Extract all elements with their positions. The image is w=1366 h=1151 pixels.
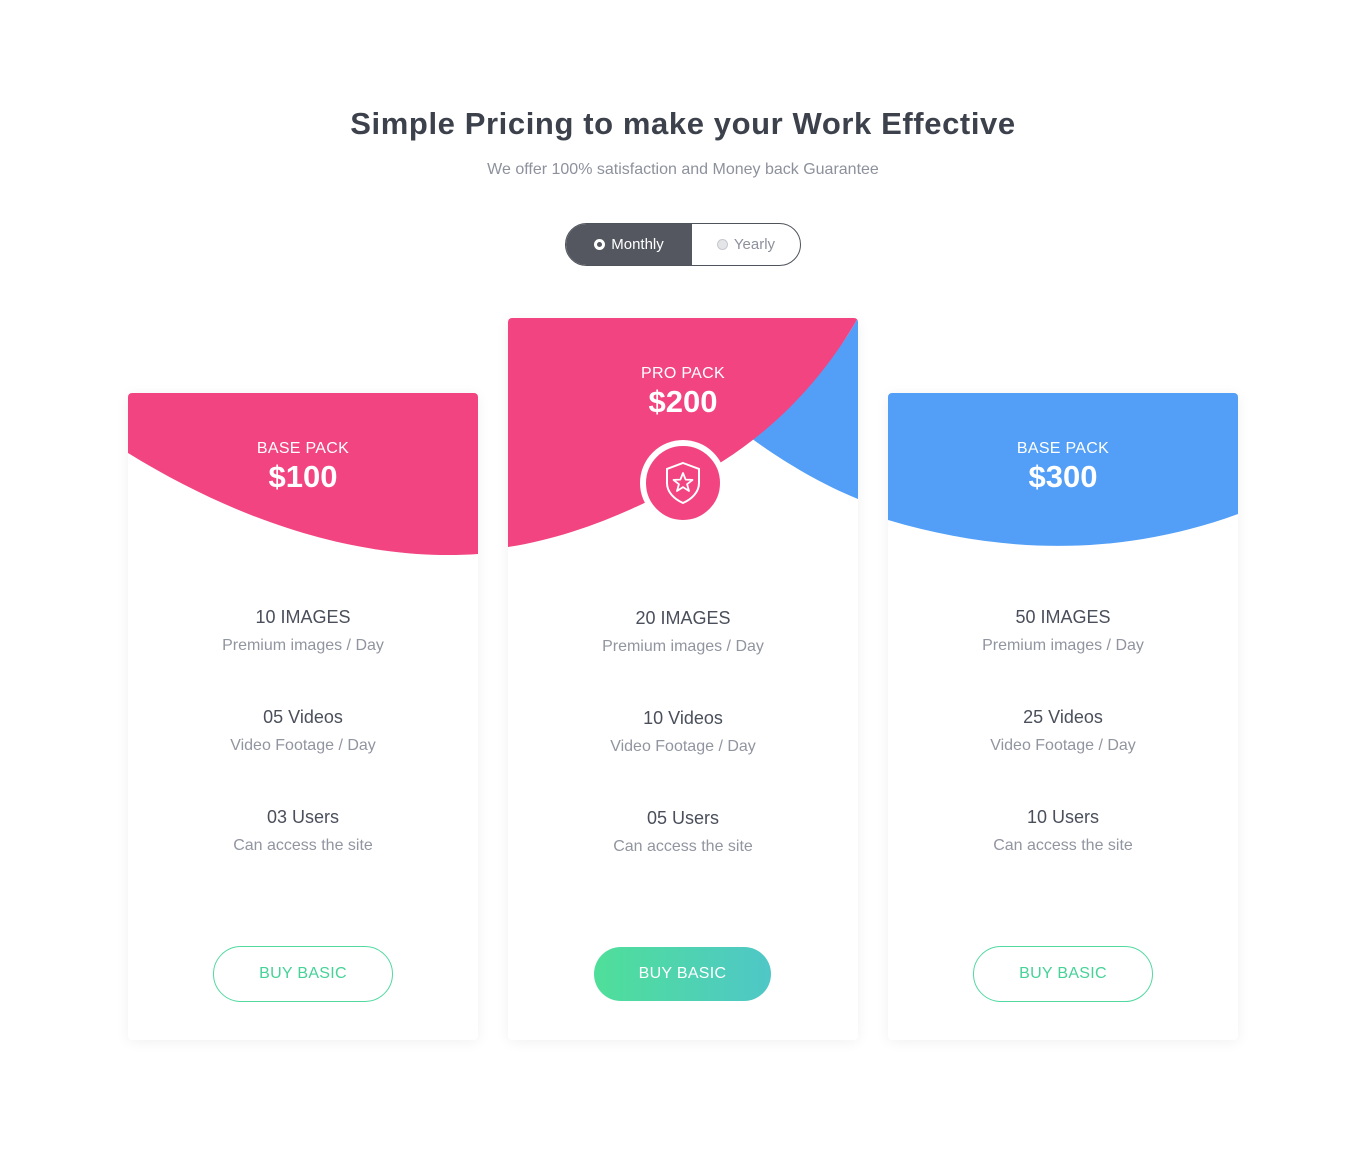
feature-desc: Can access the site	[613, 838, 753, 855]
feature-desc: Can access the site	[993, 837, 1133, 854]
billing-toggle: Monthly Yearly	[565, 223, 801, 266]
pack-name: BASE PACK	[1016, 440, 1110, 457]
pricing-card-base-100: BASE PACK $100 10 IMAGES Premium images …	[128, 393, 478, 1040]
feature-title: 10 IMAGES	[255, 607, 351, 627]
feature-item: 50 IMAGES Premium images / Day	[888, 606, 1238, 706]
pack-name: PRO PACK	[641, 365, 725, 382]
pricing-card-pro-200: PRO PACK $200 20 IMAGES Premium images /…	[508, 318, 858, 1040]
feature-list: 50 IMAGES Premium images / Day 25 Videos…	[888, 606, 1238, 906]
feature-title: 05 Users	[646, 808, 720, 828]
badge	[640, 440, 726, 526]
radio-unselected-icon	[716, 239, 728, 250]
pack-price: $100	[268, 459, 338, 494]
feature-title: 25 Videos	[1023, 707, 1103, 727]
feature-title: 20 IMAGES	[635, 608, 731, 628]
toggle-yearly[interactable]: Yearly	[692, 224, 800, 265]
feature-item: 03 Users Can access the site	[128, 806, 478, 906]
page-subtitle: We offer 100% satisfaction and Money bac…	[487, 161, 879, 178]
feature-desc: Can access the site	[233, 837, 373, 854]
buy-basic-button[interactable]: BUY BASIC	[213, 946, 393, 1002]
feature-desc: Video Footage / Day	[610, 738, 756, 755]
feature-title: 10 Users	[1026, 807, 1100, 827]
feature-item: 05 Users Can access the site	[508, 807, 858, 907]
feature-desc: Video Footage / Day	[230, 737, 376, 754]
toggle-monthly[interactable]: Monthly	[566, 224, 692, 265]
feature-item: 05 Videos Video Footage / Day	[128, 706, 478, 806]
feature-item: 10 Users Can access the site	[888, 806, 1238, 906]
pricing-card-base-300: BASE PACK $300 50 IMAGES Premium images …	[888, 393, 1238, 1040]
feature-list: 20 IMAGES Premium images / Day 10 Videos…	[508, 607, 858, 907]
feature-desc: Premium images / Day	[602, 638, 764, 655]
feature-item: 10 Videos Video Footage / Day	[508, 707, 858, 807]
feature-item: 25 Videos Video Footage / Day	[888, 706, 1238, 806]
pack-price: $200	[648, 384, 718, 419]
feature-title: 03 Users	[266, 807, 340, 827]
pack-name: BASE PACK	[256, 440, 350, 457]
feature-desc: Video Footage / Day	[990, 737, 1136, 754]
radio-selected-icon	[594, 239, 606, 250]
toggle-yearly-label: Yearly	[733, 236, 776, 253]
feature-title: 50 IMAGES	[1015, 607, 1111, 627]
feature-title: 05 Videos	[263, 707, 343, 727]
page-title: Simple Pricing to make your Work Effecti…	[350, 106, 1016, 141]
shield-star-icon	[666, 461, 700, 505]
feature-desc: Premium images / Day	[222, 637, 384, 654]
toggle-monthly-label: Monthly	[611, 236, 664, 253]
pack-price: $300	[1028, 459, 1098, 494]
feature-desc: Premium images / Day	[982, 637, 1144, 654]
feature-title: 10 Videos	[643, 708, 723, 728]
feature-item: 10 IMAGES Premium images / Day	[128, 606, 478, 706]
feature-item: 20 IMAGES Premium images / Day	[508, 607, 858, 707]
buy-basic-button[interactable]: BUY BASIC	[973, 946, 1153, 1002]
feature-list: 10 IMAGES Premium images / Day 05 Videos…	[128, 606, 478, 906]
buy-basic-button[interactable]: BUY BASIC	[594, 947, 771, 1001]
